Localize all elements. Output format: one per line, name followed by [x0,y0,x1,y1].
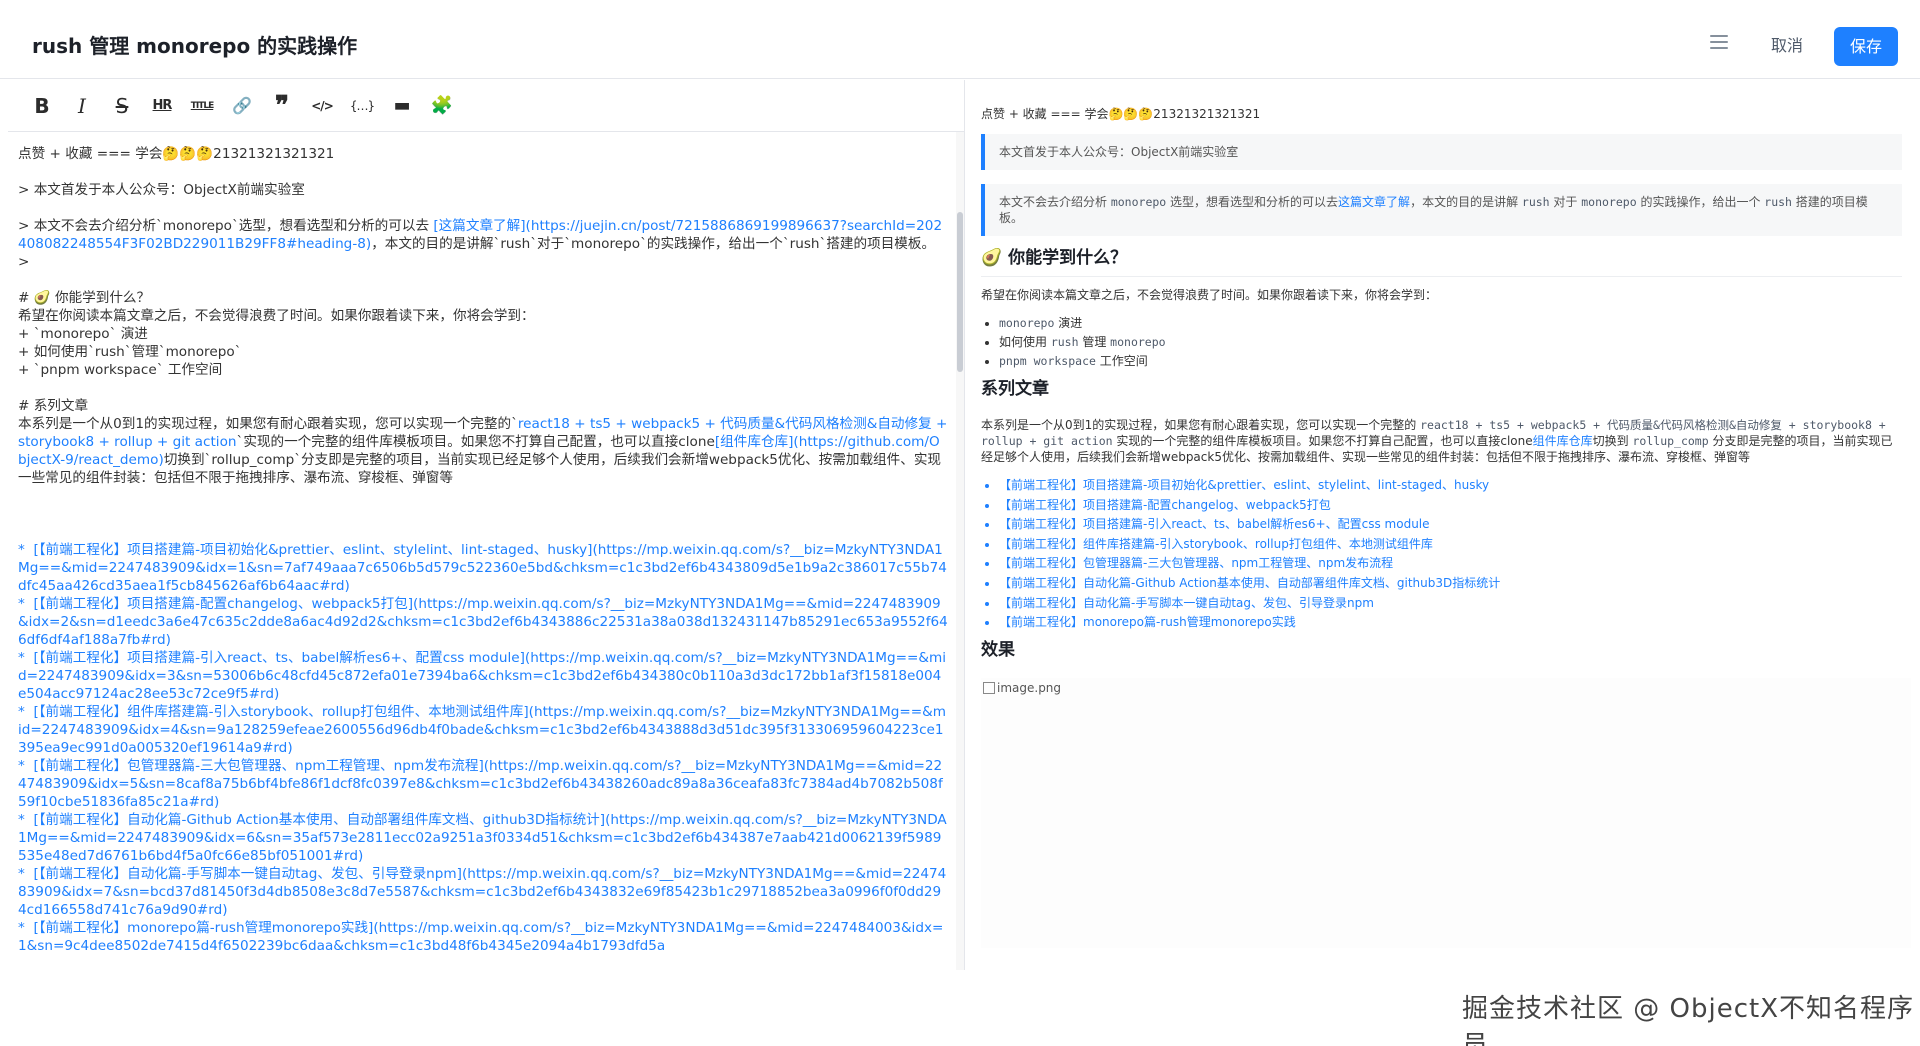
editor-line: > 本文首发于本人公众号：ObjectX前端实验室 [18,182,305,198]
preview-blockquote: 本文首发于本人公众号：ObjectX前端实验室 [981,134,1902,170]
save-button[interactable]: 保存 [1834,27,1898,66]
series-link[interactable]: 【前端工程化】包管理器篇-三大包管理器、npm工程管理、npm发布流程 [999,555,1902,571]
markdown-preview-pane: 点赞 + 收藏 === 学会🤔🤔🤔21321321321321 本文首发于本人公… [966,80,1912,970]
editor-toolbar: B I S HR TITLE 🔗 ❞ </> {…} ▬ 🧩 [8,80,964,132]
preview-broken-image: image.png [981,678,1911,949]
editor-series-line: * [【前端工程化】自动化篇-手写脚本一键自动tag、发包、引导登录npm](h… [18,866,947,918]
hamburger-menu-icon[interactable] [1710,35,1728,49]
editor-line: > [18,254,30,270]
bold-icon[interactable]: B [22,86,62,126]
editor-line: > 本文不会去介绍分析`monorepo`选型，想看选型和分析的可以去 [这篇文… [18,218,943,252]
series-link[interactable]: 【前端工程化】项目搭建篇-引入react、ts、babel解析es6+、配置cs… [999,516,1902,532]
article-title-input[interactable]: rush 管理 monorepo 的实践操作 [32,30,357,59]
editor-series-line: * [【前端工程化】项目搭建篇-项目初始化&prettier、eslint、st… [18,542,947,594]
plugin-icon[interactable]: 🧩 [422,86,462,126]
broken-image-icon [983,682,995,695]
preview-heading-learn: 🥑 你能学到什么？ [981,250,1902,277]
series-link[interactable]: 【前端工程化】monorepo篇-rush管理monorepo实践 [999,614,1902,630]
editor-series-line: * [【前端工程化】包管理器篇-三大包管理器、npm工程管理、npm发布流程](… [18,758,943,810]
preview-link[interactable]: 这篇文章了解 [1338,195,1410,209]
editor-series-line: * [【前端工程化】项目搭建篇-引入react、ts、babel解析es6+、配… [18,650,947,702]
series-link[interactable]: 【前端工程化】项目搭建篇-配置changelog、webpack5打包 [999,497,1902,513]
preview-blockquote: 本文不会去介绍分析 monorepo 选型，想看选型和分析的可以去这篇文章了解，… [981,184,1902,236]
preview-heading-effect: 效果 [981,640,1015,661]
editor-header: rush 管理 monorepo 的实践操作 取消 保存 [0,0,1920,79]
preview-paragraph: 本系列是一个从0到1的实现过程，如果您有耐心跟着实现，您可以实现一个完整的 re… [981,418,1893,464]
series-link[interactable]: 【前端工程化】自动化篇-Github Action基本使用、自动部署组件库文档、… [999,575,1902,591]
strikethrough-icon[interactable]: S [102,86,142,126]
title-icon[interactable]: TITLE [182,86,222,126]
editor-line: # 🥑 你能学到什么？ [18,290,151,306]
preview-heading-series: 系列文章 [981,379,1049,399]
editor-series-line: * [【前端工程化】组件库搭建篇-引入storybook、rollup打包组件、… [18,704,946,756]
editor-line: + `monorepo` 演进 [18,326,148,342]
series-link[interactable]: 【前端工程化】项目搭建篇-项目初始化&prettier、eslint、style… [999,477,1902,493]
list-item: pnpm workspace 工作空间 [999,353,1902,369]
list-item: monorepo 演进 [999,315,1902,331]
code-block-icon[interactable]: {…} [342,86,382,126]
preview-paragraph: 希望在你阅读本篇文章之后，不会觉得浪费了时间。如果你跟着读下来，你将会学到： [981,288,1438,302]
editor-scrollbar[interactable] [956,132,964,970]
inline-code-icon[interactable]: </> [302,86,342,126]
preview-learn-list: monorepo 演进 如何使用 rush 管理 monorepo pnpm w… [981,315,1902,369]
editor-line: 点赞 + 收藏 === 学会🤔🤔🤔21321321321321 [18,146,335,162]
editor-line: + `pnpm workspace` 工作空间 [18,362,223,378]
preview-paragraph: 点赞 + 收藏 === 学会🤔🤔🤔21321321321321 [981,107,1261,121]
editor-line: 本系列是一个从0到1的实现过程，如果您有耐心跟着实现，您可以实现一个完整的`re… [18,416,952,486]
editor-line: + 如何使用`rush`管理`monorepo` [18,344,242,360]
editor-line: 希望在你阅读本篇文章之后，不会觉得浪费了时间。如果你跟着读下来，你将会学到： [18,308,535,324]
editor-scroll-thumb[interactable] [957,212,963,372]
markdown-textarea[interactable]: 点赞 + 收藏 === 学会🤔🤔🤔21321321321321 > 本文首发于本… [8,133,958,970]
preview-link[interactable]: 组件库仓库 [1533,434,1593,448]
cancel-button[interactable]: 取消 [1760,27,1814,65]
image-upload-icon[interactable]: ▬ [382,86,422,126]
link-icon[interactable]: 🔗 [222,86,262,126]
watermark: 掘金技术社区 @ ObjectX不知名程序员 [1462,994,1915,1046]
quote-icon[interactable]: ❞ [262,86,302,126]
horizontal-rule-icon[interactable]: HR [142,86,182,126]
italic-icon[interactable]: I [62,86,102,126]
series-link[interactable]: 【前端工程化】自动化篇-手写脚本一键自动tag、发包、引导登录npm [999,595,1902,611]
editor-series-line: * [【前端工程化】monorepo篇-rush管理monorepo实践](ht… [18,920,944,954]
editor-series-line: * [【前端工程化】自动化篇-Github Action基本使用、自动部署组件库… [18,812,947,864]
list-item: 如何使用 rush 管理 monorepo [999,334,1902,350]
editor-series-line: * [【前端工程化】项目搭建篇-配置changelog、webpack5打包](… [18,596,948,648]
markdown-editor-pane: B I S HR TITLE 🔗 ❞ </> {…} ▬ 🧩 点赞 + 收藏 =… [8,80,965,970]
preview-series-list: 【前端工程化】项目搭建篇-项目初始化&prettier、eslint、style… [981,477,1902,630]
editor-line: # 系列文章 [18,398,89,414]
series-link[interactable]: 【前端工程化】组件库搭建篇-引入storybook、rollup打包组件、本地测… [999,536,1902,552]
image-alt-text: image.png [997,681,1062,696]
